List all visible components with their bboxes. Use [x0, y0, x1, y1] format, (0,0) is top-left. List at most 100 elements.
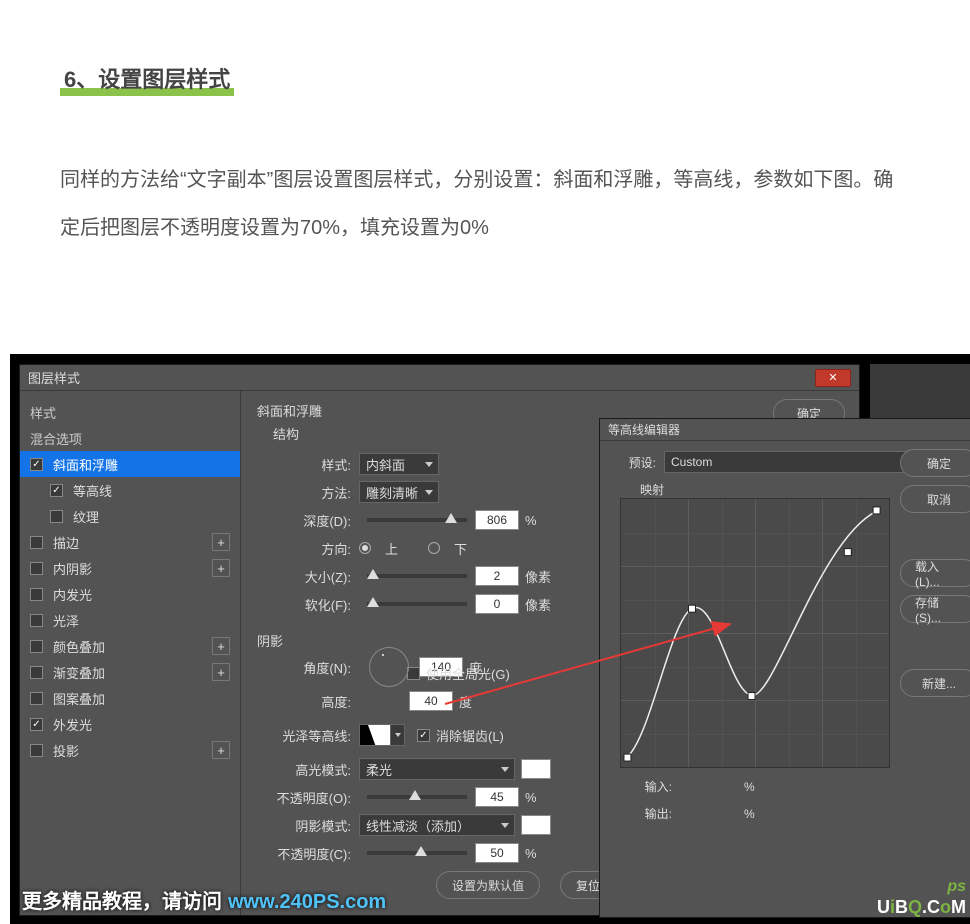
highlight-mode-select[interactable]: 柔光: [359, 758, 515, 780]
shadow-mode-label: 阴影模式:: [257, 816, 351, 835]
contour-curve: [621, 499, 889, 767]
effect-label: 颜色叠加: [53, 637, 212, 656]
depth-unit: %: [525, 513, 537, 528]
effect-checkbox[interactable]: [30, 692, 43, 705]
effect-checkbox[interactable]: [50, 510, 63, 523]
effect-checkbox[interactable]: [30, 666, 43, 679]
curve-point[interactable]: [748, 693, 755, 700]
soften-input[interactable]: 0: [475, 594, 519, 614]
effect-label: 斜面和浮雕: [53, 455, 230, 474]
shadow-color-swatch[interactable]: [521, 815, 551, 835]
curve-point[interactable]: [688, 605, 695, 612]
highlight-opacity-slider[interactable]: [367, 795, 467, 799]
soften-slider[interactable]: [367, 602, 467, 606]
ce-ok-button[interactable]: 确定: [900, 449, 970, 477]
screenshot-area: 图层样式 ✕ 样式 混合选项 斜面和浮雕等高线纹理描边+内阴影+内发光光泽颜色叠…: [10, 354, 970, 924]
article-paragraph: 同样的方法给“文字副本”图层设置图层样式，分别设置：斜面和浮雕，等高线，参数如下…: [60, 156, 910, 252]
global-light-label: 使用全局光(G): [426, 664, 510, 683]
effect-item[interactable]: 颜色叠加+: [20, 633, 240, 659]
dialog-title: 图层样式: [28, 368, 815, 387]
effect-item[interactable]: 描边+: [20, 529, 240, 555]
effect-checkbox[interactable]: [30, 718, 43, 731]
effect-item[interactable]: 外发光: [20, 711, 240, 737]
angle-label: 角度(N):: [257, 658, 351, 677]
effect-label: 图案叠加: [53, 689, 230, 708]
effect-checkbox[interactable]: [30, 562, 43, 575]
shadow-opacity-slider[interactable]: [367, 851, 467, 855]
effect-label: 外发光: [53, 715, 230, 734]
altitude-input[interactable]: 40: [409, 691, 453, 711]
effect-checkbox[interactable]: [30, 640, 43, 653]
effect-checkbox[interactable]: [30, 536, 43, 549]
effect-item[interactable]: 投影+: [20, 737, 240, 763]
ce-new-button[interactable]: 新建...: [900, 669, 970, 697]
shadow-mode-select[interactable]: 线性减淡（添加）: [359, 814, 515, 836]
shadow-opacity-input[interactable]: 50: [475, 843, 519, 863]
direction-label: 方向:: [257, 539, 351, 558]
effect-checkbox[interactable]: [30, 588, 43, 601]
curve-point[interactable]: [844, 549, 851, 556]
article-section: 6、设置图层样式 同样的方法给“文字副本”图层设置图层样式，分别设置：斜面和浮雕…: [0, 0, 970, 252]
direction-up-radio[interactable]: [359, 542, 371, 554]
highlight-opacity-label: 不透明度(O):: [257, 788, 351, 807]
preset-label: 预设:: [612, 454, 656, 471]
effect-checkbox[interactable]: [50, 484, 63, 497]
effect-label: 描边: [53, 533, 212, 552]
add-effect-button[interactable]: +: [212, 663, 230, 681]
dialog-titlebar[interactable]: 图层样式 ✕: [20, 365, 859, 391]
curve-point[interactable]: [624, 754, 631, 761]
make-default-button[interactable]: 设置为默认值: [436, 871, 540, 899]
effect-item[interactable]: 光泽: [20, 607, 240, 633]
gloss-contour-label: 光泽等高线:: [257, 726, 351, 745]
size-input[interactable]: 2: [475, 566, 519, 586]
shadow-opacity-label: 不透明度(C):: [257, 844, 351, 863]
add-effect-button[interactable]: +: [212, 637, 230, 655]
technique-select[interactable]: 雕刻清晰: [359, 481, 439, 503]
effect-label: 渐变叠加: [53, 663, 212, 682]
ps-watermark: ps: [947, 878, 966, 896]
effect-label: 内发光: [53, 585, 230, 604]
curve-point[interactable]: [873, 507, 880, 514]
depth-slider[interactable]: [367, 518, 467, 522]
effect-item[interactable]: 图案叠加: [20, 685, 240, 711]
gloss-contour-swatch[interactable]: [359, 724, 391, 746]
effect-item[interactable]: 纹理: [20, 503, 240, 529]
style-label: 样式:: [257, 455, 351, 474]
ce-cancel-button[interactable]: 取消: [900, 485, 970, 513]
altitude-label: 高度:: [257, 692, 351, 711]
effect-item[interactable]: 内阴影+: [20, 555, 240, 581]
effect-item[interactable]: 斜面和浮雕: [20, 451, 240, 477]
effect-label: 光泽: [53, 611, 230, 630]
gloss-contour-dropdown[interactable]: [391, 724, 405, 746]
angle-dial[interactable]: [369, 647, 409, 687]
styles-header[interactable]: 样式: [20, 399, 240, 425]
ce-load-button[interactable]: 载入(L)...: [900, 559, 970, 587]
watermark: 更多精品教程，请访问 www.240PS.com: [22, 885, 386, 914]
size-slider[interactable]: [367, 574, 467, 578]
blend-options-header[interactable]: 混合选项: [20, 425, 240, 451]
add-effect-button[interactable]: +: [212, 533, 230, 551]
ce-save-button[interactable]: 存储(S)...: [900, 595, 970, 623]
close-button[interactable]: ✕: [815, 369, 851, 387]
contour-editor-titlebar[interactable]: 等高线编辑器: [600, 419, 970, 441]
effect-checkbox[interactable]: [30, 614, 43, 627]
contour-curve-editor[interactable]: [620, 498, 890, 768]
highlight-mode-label: 高光模式:: [257, 760, 351, 779]
effect-item[interactable]: 等高线: [20, 477, 240, 503]
highlight-opacity-input[interactable]: 45: [475, 787, 519, 807]
highlight-color-swatch[interactable]: [521, 759, 551, 779]
input-label: 输入:: [632, 778, 672, 795]
effect-checkbox[interactable]: [30, 744, 43, 757]
direction-down-radio[interactable]: [428, 542, 440, 554]
soften-label: 软化(F):: [257, 595, 351, 614]
size-label: 大小(Z):: [257, 567, 351, 586]
contour-editor-dialog: 等高线编辑器 预设: Custom 映射: [599, 418, 970, 918]
effect-item[interactable]: 渐变叠加+: [20, 659, 240, 685]
antialias-checkbox[interactable]: [417, 729, 430, 742]
depth-input[interactable]: 806: [475, 510, 519, 530]
add-effect-button[interactable]: +: [212, 559, 230, 577]
effect-item[interactable]: 内发光: [20, 581, 240, 607]
style-select[interactable]: 内斜面: [359, 453, 439, 475]
add-effect-button[interactable]: +: [212, 741, 230, 759]
effect-checkbox[interactable]: [30, 458, 43, 471]
